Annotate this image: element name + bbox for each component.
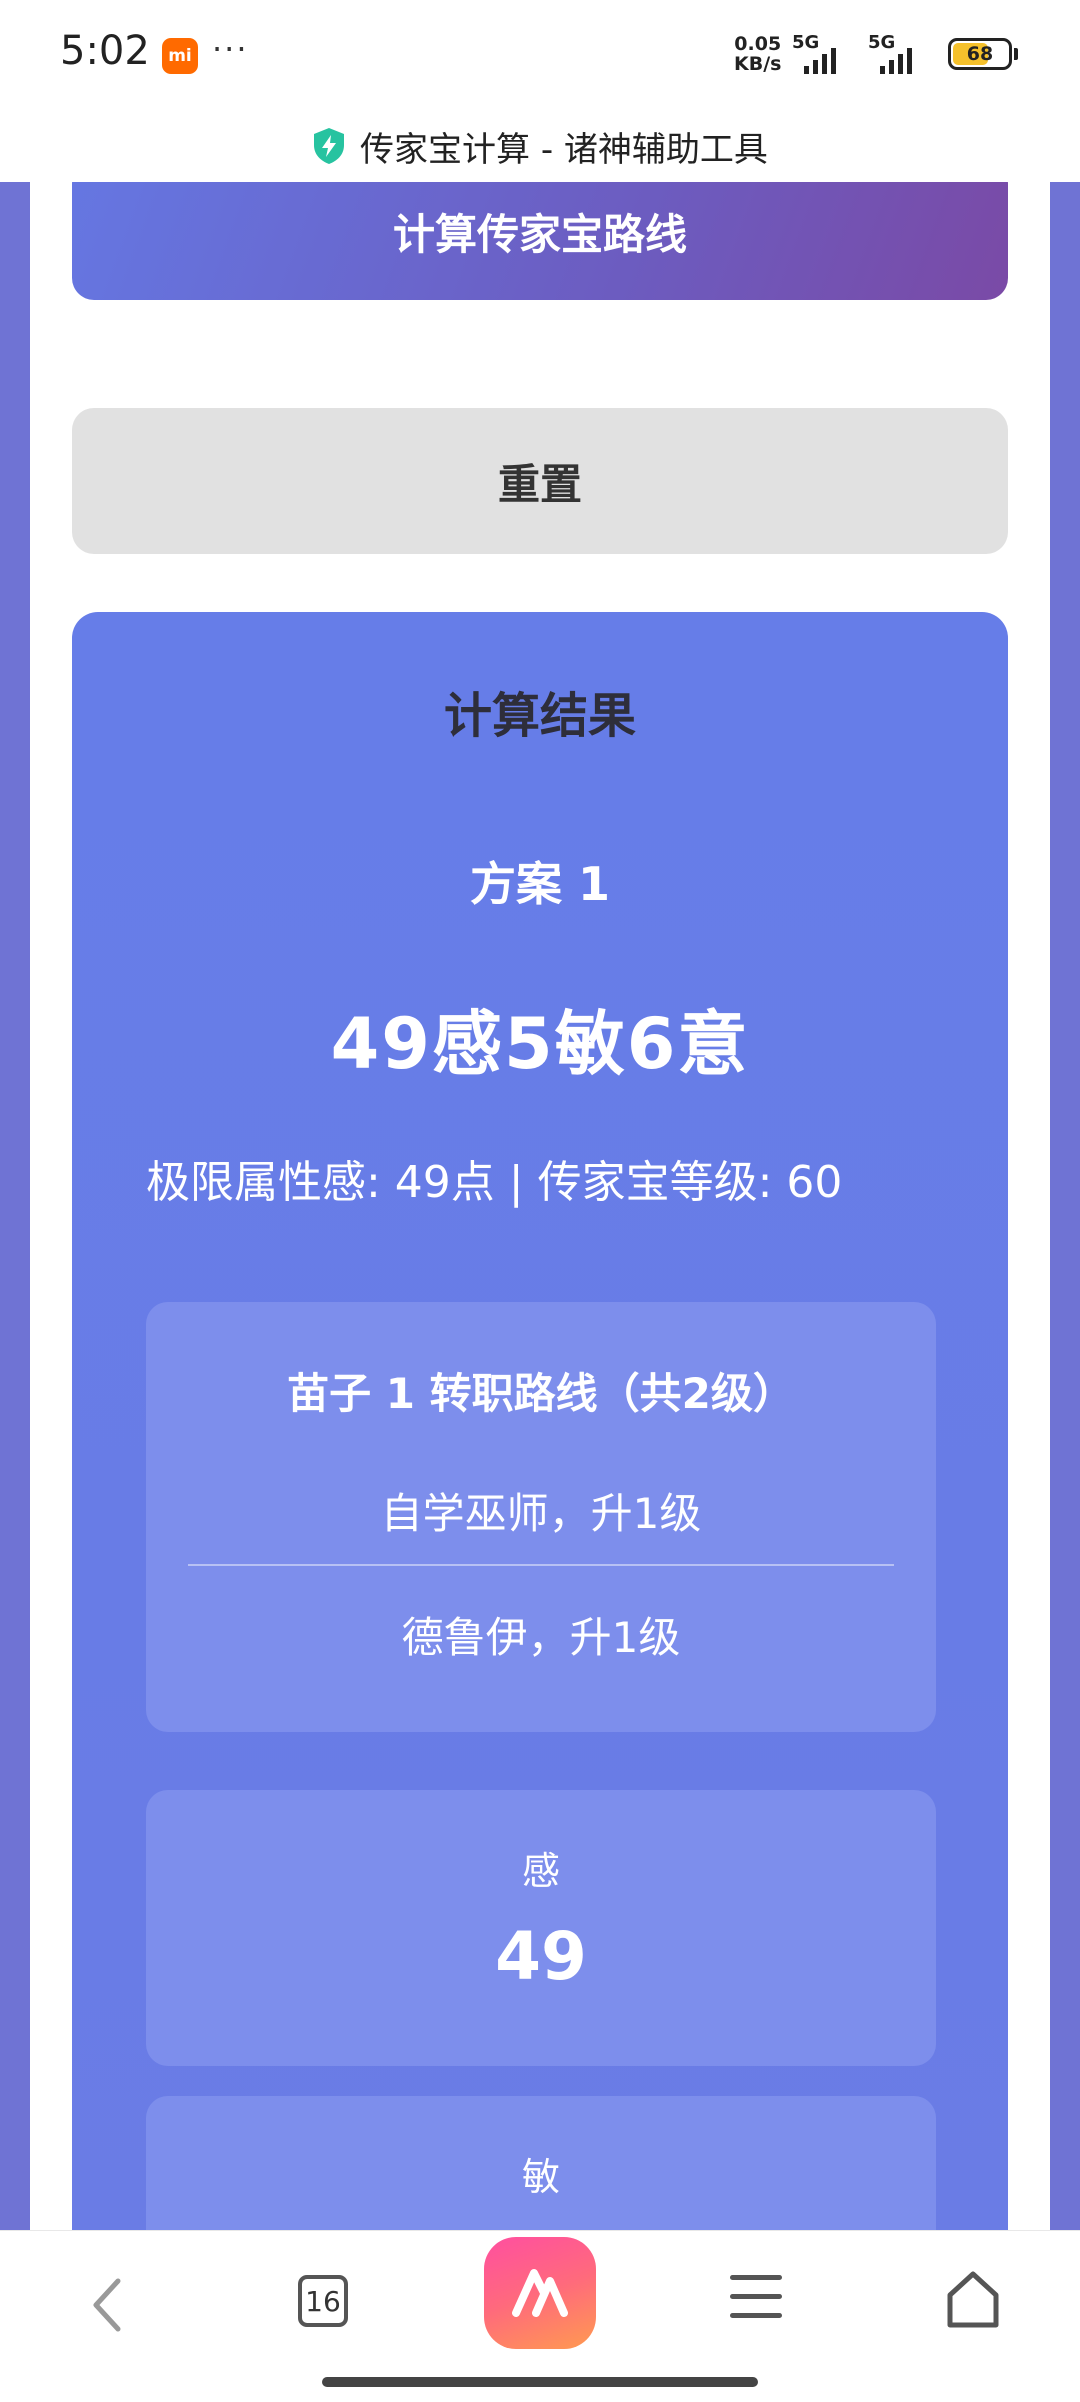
tab-count: 16: [305, 2284, 341, 2318]
chevron-left-icon[interactable]: [82, 2271, 132, 2339]
page-title: 传家宝计算 - 诸神辅助工具: [360, 129, 768, 170]
reset-button[interactable]: 重置: [72, 408, 1008, 554]
shield-bolt-icon: [314, 128, 345, 164]
content-sheet: 计算传家宝路线 重置 计算结果 方案 1 49感5敏6意 极限属性感: 49点 …: [30, 182, 1050, 2230]
status-time: 5:02: [60, 28, 150, 74]
page-background: 计算传家宝路线 重置 计算结果 方案 1 49感5敏6意 极限属性感: 49点 …: [0, 182, 1080, 2230]
network-speed-value: 0.05: [734, 33, 782, 55]
stat-card: 感 49: [146, 1790, 936, 2066]
stat-label: 敏: [521, 2155, 560, 2199]
route-step: 自学巫师，升1级: [380, 1489, 702, 1538]
title-bar: 传家宝计算 - 诸神辅助工具: [0, 110, 1080, 182]
more-notifications-icon: ···: [212, 30, 249, 68]
stat-card: 敏: [146, 2096, 936, 2230]
result-panel: 计算结果 方案 1 49感5敏6意 极限属性感: 49点 | 传家宝等级: 60…: [72, 612, 1008, 2230]
battery-tip: [1014, 48, 1018, 60]
plan-summary: 49感5敏6意: [330, 1003, 750, 1085]
route-step: 德鲁伊，升1级: [401, 1613, 681, 1662]
plan-detail: 极限属性感: 49点 | 传家宝等级: 60: [146, 1157, 843, 1208]
menu-icon[interactable]: [730, 2275, 782, 2327]
route-divider: [188, 1564, 894, 1566]
result-title: 计算结果: [443, 688, 636, 744]
home-indicator[interactable]: [322, 2377, 758, 2387]
status-bar: 5:02 mi ··· 0.05 KB/s 5G 5G 68: [0, 0, 1080, 110]
network-speed: 0.05 KB/s: [734, 34, 781, 74]
tabs-button[interactable]: 16: [298, 2275, 348, 2327]
plan-title: 方案 1: [469, 857, 611, 911]
browser-logo-icon[interactable]: [484, 2237, 596, 2349]
network-speed-unit: KB/s: [734, 53, 782, 75]
stat-label: 感: [521, 1849, 560, 1893]
home-icon[interactable]: [944, 2269, 1002, 2331]
battery-level: 68: [966, 43, 994, 65]
calculate-route-button[interactable]: 计算传家宝路线: [72, 182, 1008, 300]
mi-app-icon: mi: [162, 38, 198, 74]
battery-icon: 68: [948, 38, 1012, 70]
browser-logo-glyph: [512, 2269, 568, 2317]
bottom-nav: 16: [0, 2230, 1080, 2402]
route-title: 苗子 1 转职路线（共2级）: [287, 1369, 795, 1418]
stat-value: 49: [495, 1918, 587, 1995]
route-card: 苗子 1 转职路线（共2级） 自学巫师，升1级 德鲁伊，升1级: [146, 1302, 936, 1732]
